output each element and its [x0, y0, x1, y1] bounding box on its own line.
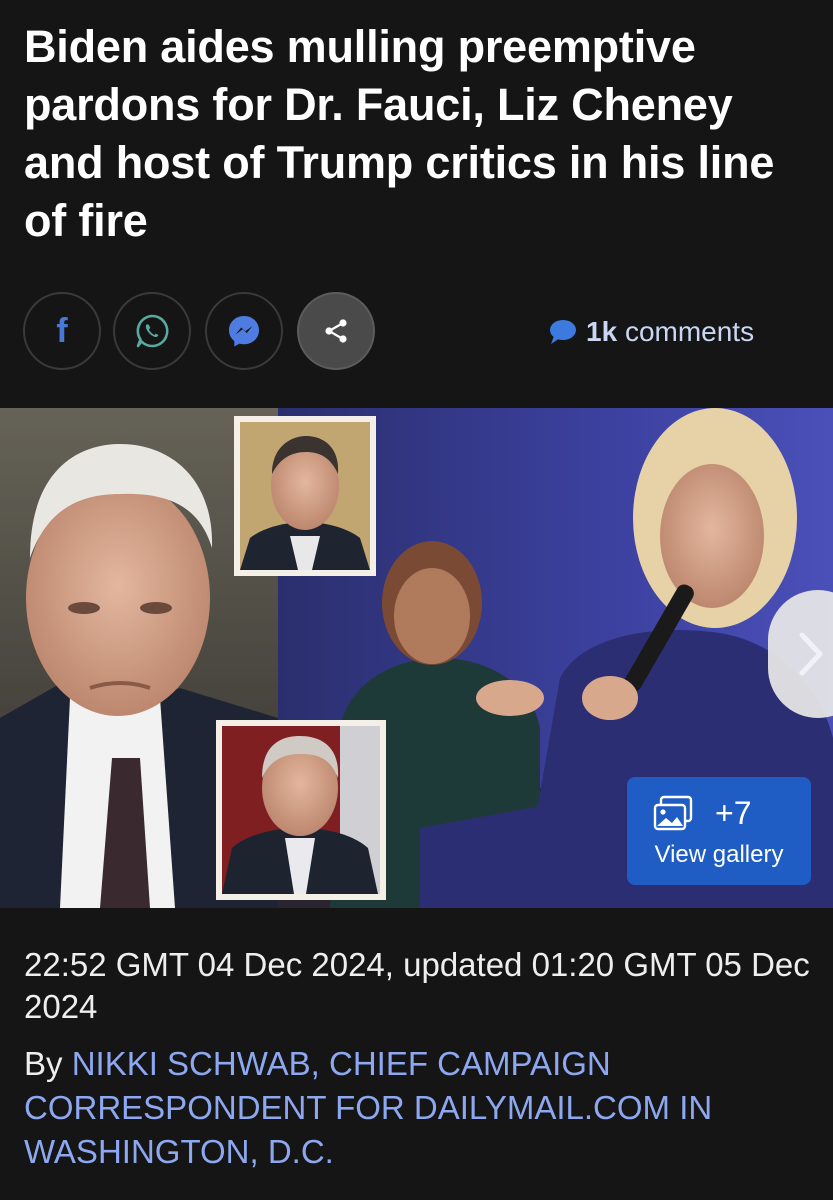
- whatsapp-share-button[interactable]: [113, 292, 191, 370]
- comments-count: 1k: [586, 316, 618, 347]
- article-headline: Biden aides mulling preemptive pardons f…: [24, 21, 775, 246]
- share-button[interactable]: [297, 292, 375, 370]
- whatsapp-icon: [136, 314, 169, 348]
- gallery-count: +7: [715, 795, 752, 831]
- article-timestamp: 22:52 GMT 04 Dec 2024, updated 01:20 GMT…: [24, 946, 810, 1025]
- facebook-share-button[interactable]: f: [23, 292, 101, 370]
- gallery-label: View gallery: [654, 841, 784, 868]
- view-gallery-button[interactable]: +7 View gallery: [627, 777, 811, 885]
- speech-bubble-icon: [550, 320, 576, 344]
- carousel-next-button[interactable]: [768, 590, 833, 718]
- share-icon: [325, 319, 347, 343]
- chevron-right-icon: [799, 632, 823, 676]
- comments-link[interactable]: 1k comments: [548, 312, 754, 352]
- messenger-share-button[interactable]: [205, 292, 283, 370]
- photo-stack-icon: [653, 795, 693, 831]
- article-byline: By NIKKI SCHWAB, CHIEF CAMPAIGN CORRESPO…: [24, 1042, 814, 1174]
- messenger-icon: [229, 316, 259, 347]
- byline-prefix: By: [24, 1045, 63, 1082]
- facebook-icon: f: [56, 312, 68, 350]
- comments-label: comments: [624, 316, 755, 347]
- author-link[interactable]: NIKKI SCHWAB, CHIEF CAMPAIGN CORRESPONDE…: [24, 1045, 712, 1170]
